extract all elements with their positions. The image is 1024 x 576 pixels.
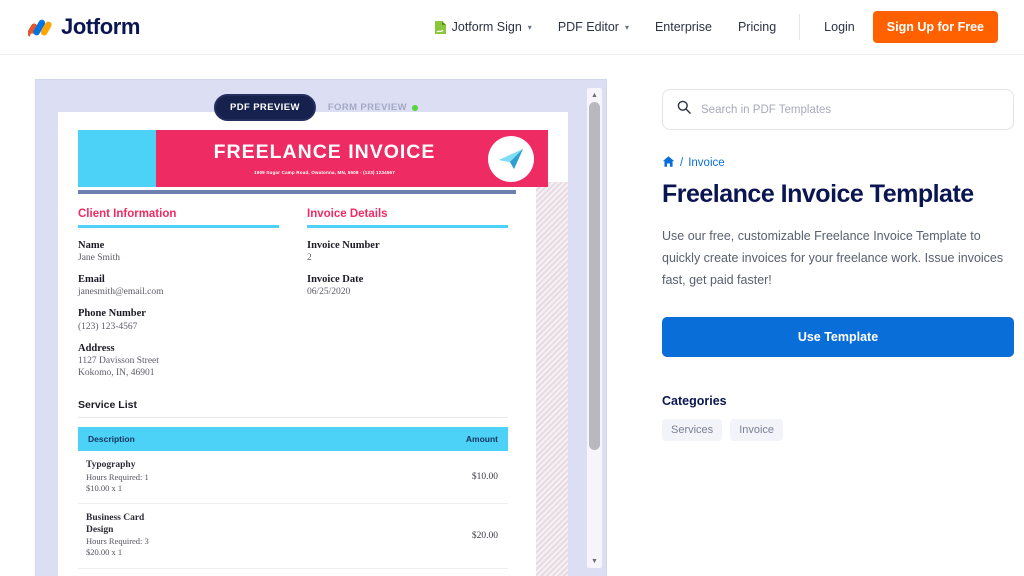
field-label: Name: [78, 239, 105, 251]
service-name: Typography: [86, 459, 136, 470]
field-label: Invoice Number: [307, 239, 380, 251]
template-description: Use our free, customizable Freelance Inv…: [662, 228, 1004, 287]
section-underline: [78, 225, 279, 228]
scrollbar-track[interactable]: [587, 102, 602, 554]
signup-button[interactable]: Sign Up for Free: [872, 11, 998, 43]
service-hours: Hours Required: 1: [86, 471, 149, 482]
breadcrumb-separator: /: [680, 157, 684, 169]
field-value: janesmith@email.com: [78, 287, 164, 298]
search-bar[interactable]: [662, 89, 1014, 130]
pdf-document-content: FREELANCE INVOICE 1909 Sugar Camp Road, …: [58, 112, 568, 576]
service-description: Business Card Design Hours Required: 3 $…: [86, 513, 472, 559]
column-header-amount: Amount: [465, 433, 498, 444]
table-row: Business Card Design Hours Required: 3 $…: [78, 504, 508, 569]
jotform-logo[interactable]: Jotform: [27, 14, 141, 40]
section-underline: [307, 225, 508, 228]
service-rate: $20.00 x 1: [86, 547, 123, 558]
field-value: 2: [307, 252, 312, 263]
page-body: PDF PREVIEW FORM PREVIEW FREELANCE INVOI…: [0, 55, 1024, 576]
invoice-header-banner: FREELANCE INVOICE 1909 Sugar Camp Road, …: [78, 130, 548, 187]
field-label: Address: [78, 342, 115, 354]
jotform-logo-icon: [27, 15, 54, 39]
nav-item-jotform-sign[interactable]: Jotform Sign ▾: [421, 20, 545, 35]
service-list-section: Service List Description Amount Typograp…: [78, 399, 548, 569]
field-email: Email janesmith@email.com: [78, 273, 279, 298]
field-invoice-number: Invoice Number 2: [307, 239, 508, 264]
breadcrumb-item-invoice[interactable]: Invoice: [688, 157, 724, 169]
nav-label: Enterprise: [654, 20, 712, 34]
client-information-section: Client Information Name Jane Smith Email…: [78, 208, 279, 389]
tab-form-preview[interactable]: FORM PREVIEW: [316, 96, 428, 119]
client-information-title: Client Information: [78, 208, 177, 220]
scroll-up-icon[interactable]: ▲: [587, 88, 602, 102]
service-table-header: Description Amount: [78, 426, 508, 451]
preview-scrollbar[interactable]: ▲ ▼: [587, 88, 602, 568]
invoice-banner-title: FREELANCE INVOICE: [213, 141, 436, 164]
table-row: Typography Hours Required: 1 $10.00 x 1 …: [78, 451, 508, 504]
login-link[interactable]: Login: [810, 20, 869, 34]
page-title: Freelance Invoice Template: [662, 180, 974, 208]
nav-divider: [799, 14, 801, 40]
primary-nav: Jotform Sign ▾ PDF Editor ▾ Enterprise P…: [421, 11, 998, 43]
field-value: Jane Smith: [78, 252, 120, 263]
pdf-preview-pane: PDF PREVIEW FORM PREVIEW FREELANCE INVOI…: [36, 80, 606, 576]
invoice-info-columns: Client Information Name Jane Smith Email…: [78, 208, 548, 389]
preview-mode-toggle: PDF PREVIEW FORM PREVIEW: [213, 94, 428, 121]
nav-label: PDF Editor: [557, 20, 619, 34]
use-template-button[interactable]: Use Template: [662, 317, 1014, 358]
status-dot-icon: [412, 104, 419, 111]
invoice-details-section: Invoice Details Invoice Number 2 Invoice…: [307, 208, 508, 389]
nav-item-pdf-editor[interactable]: PDF Editor ▾: [545, 20, 642, 34]
chevron-down-icon: ▾: [624, 22, 629, 32]
scroll-down-icon[interactable]: ▼: [587, 554, 602, 568]
category-chip-services[interactable]: Services: [662, 419, 723, 442]
brand-name: Jotform: [61, 14, 141, 39]
categories-heading: Categories: [662, 394, 727, 409]
field-label: Invoice Date: [307, 273, 364, 285]
field-address: Address 1127 Davisson Street Kokomo, IN,…: [78, 342, 279, 380]
pdf-document-page: FREELANCE INVOICE 1909 Sugar Camp Road, …: [58, 112, 568, 576]
field-label: Email: [78, 273, 105, 285]
banner-main: FREELANCE INVOICE 1909 Sugar Camp Road, …: [156, 130, 548, 187]
service-list-title: Service List: [78, 399, 508, 418]
banner-underline: [78, 190, 516, 194]
field-phone-number: Phone Number (123) 123-4567: [78, 307, 279, 332]
breadcrumb: / Invoice: [662, 155, 1014, 171]
field-label: Phone Number: [78, 308, 146, 320]
field-name: Name Jane Smith: [78, 239, 279, 264]
service-hours: Hours Required: 3: [86, 536, 149, 547]
nav-item-pricing[interactable]: Pricing: [725, 20, 789, 34]
field-invoice-date: Invoice Date 06/25/2020: [307, 273, 508, 298]
chevron-down-icon: ▾: [527, 22, 532, 32]
nav-label: Pricing: [737, 20, 777, 34]
field-value: 1127 Davisson Street Kokomo, IN, 46901: [78, 356, 159, 379]
service-description: Typography Hours Required: 1 $10.00 x 1: [86, 460, 472, 494]
service-rate: $10.00 x 1: [86, 482, 123, 493]
service-name: Business Card Design: [86, 512, 145, 535]
service-amount: $10.00: [471, 471, 498, 482]
category-chip-list: Services Invoice: [662, 419, 1014, 442]
field-value: (123) 123-4567: [78, 321, 138, 332]
scrollbar-thumb[interactable]: [589, 102, 600, 451]
banner-accent-block: [78, 130, 156, 187]
search-input[interactable]: [701, 103, 999, 116]
template-info-panel: / Invoice Freelance Invoice Template Use…: [662, 80, 1014, 576]
field-value: 06/25/2020: [307, 287, 351, 298]
nav-label: Jotform Sign: [451, 20, 522, 34]
paper-airplane-logo-icon: [488, 135, 534, 182]
tab-pdf-preview[interactable]: PDF PREVIEW: [213, 94, 316, 121]
top-navigation-bar: Jotform Jotform Sign ▾ PDF Editor ▾ Ente…: [0, 0, 1024, 55]
nav-item-enterprise[interactable]: Enterprise: [642, 20, 725, 34]
category-chip-invoice[interactable]: Invoice: [730, 419, 784, 442]
column-header-description: Description: [88, 433, 135, 444]
service-amount: $20.00: [471, 530, 498, 541]
tab-form-preview-label: FORM PREVIEW: [327, 102, 408, 113]
sign-document-icon: [434, 20, 447, 35]
invoice-details-title: Invoice Details: [307, 208, 388, 220]
invoice-banner-address: 1909 Sugar Camp Road, Owatonna, MN, 5508…: [254, 169, 395, 175]
home-icon[interactable]: [662, 155, 675, 171]
search-icon: [677, 100, 691, 119]
